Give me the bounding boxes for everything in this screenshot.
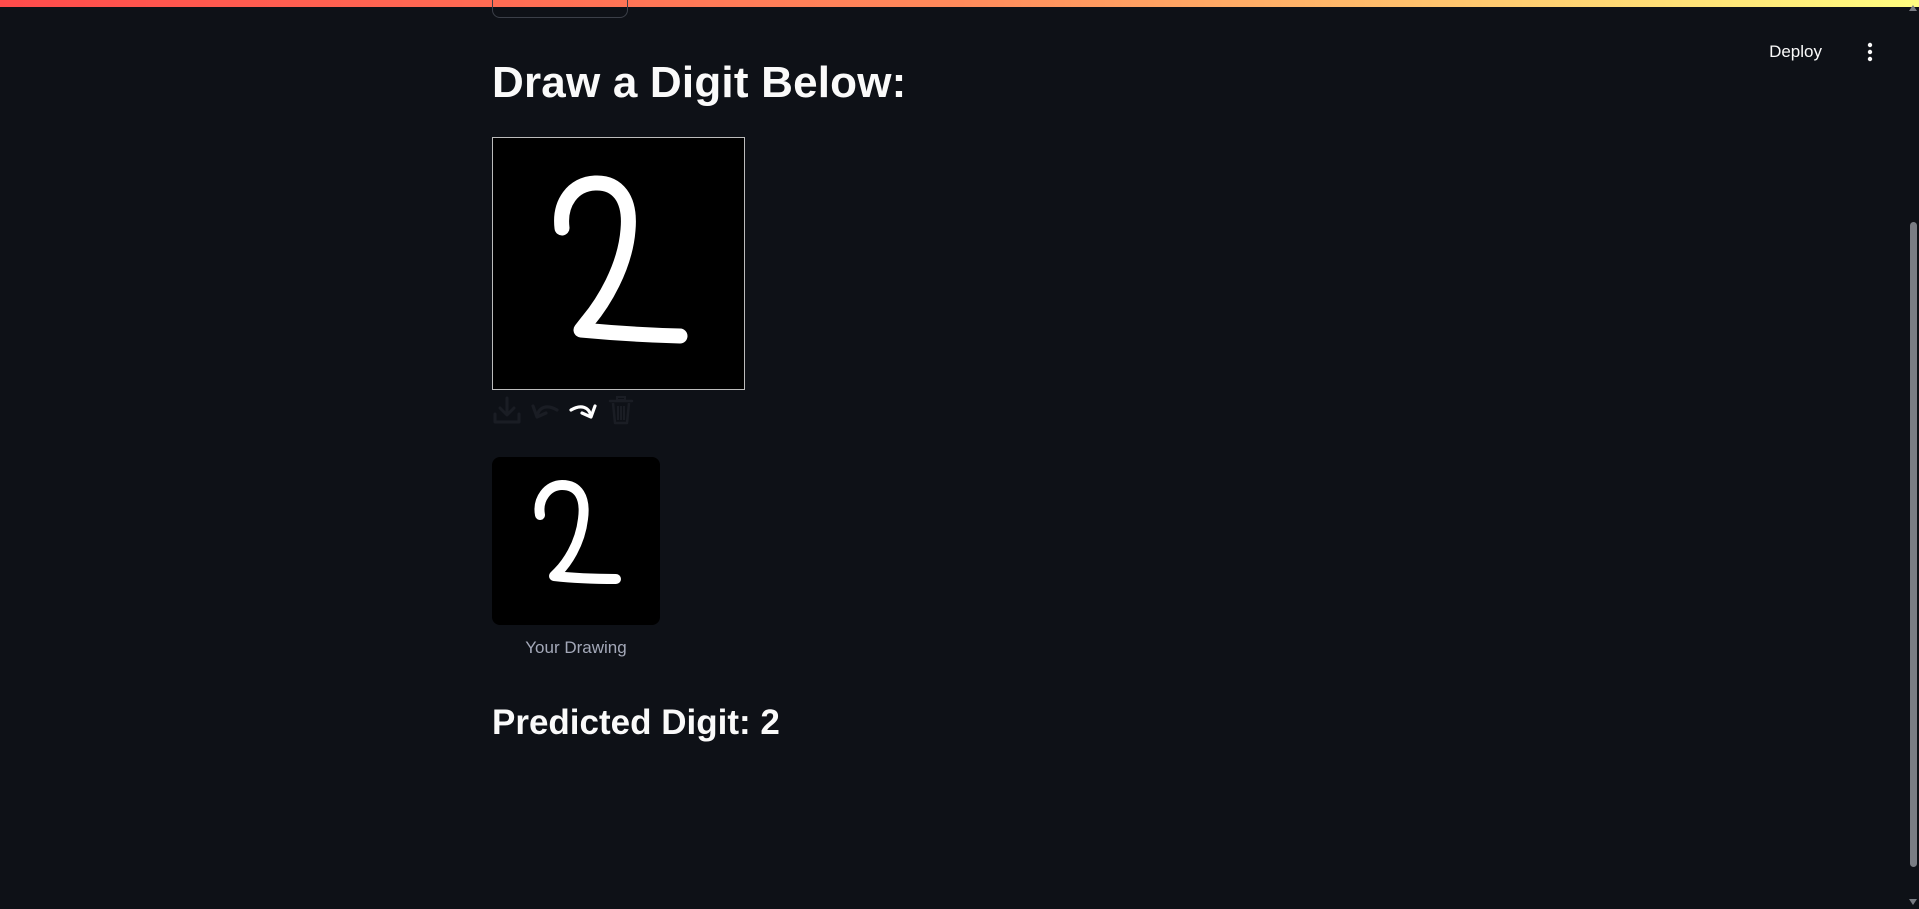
download-icon — [493, 396, 521, 424]
vertical-scrollbar[interactable] — [1907, 0, 1919, 909]
kebab-menu-icon — [1867, 42, 1873, 62]
drawn-digit-stroke — [554, 175, 688, 344]
prediction-result: Predicted Digit: 2 — [492, 703, 780, 742]
undo-button[interactable] — [528, 393, 562, 427]
scroll-down-arrow-icon[interactable] — [1909, 899, 1917, 905]
scroll-up-arrow-icon[interactable] — [1909, 5, 1917, 11]
top-decoration-bar — [0, 0, 1919, 7]
drawing-preview-image — [492, 457, 660, 625]
undo-icon — [531, 404, 559, 419]
previous-widget-edge — [492, 0, 628, 18]
preview-digit-stroke — [534, 480, 621, 584]
clear-button[interactable] — [604, 393, 638, 427]
redo-button[interactable] — [566, 393, 600, 427]
app-header: Deploy — [0, 7, 1919, 83]
page-title: Draw a Digit Below: — [492, 58, 907, 107]
download-button[interactable] — [490, 393, 524, 427]
redo-icon — [569, 404, 597, 419]
main-menu-button[interactable] — [1851, 33, 1889, 71]
trash-icon — [608, 396, 634, 425]
scrollbar-thumb[interactable] — [1910, 222, 1917, 867]
image-caption: Your Drawing — [525, 638, 627, 657]
drawing-canvas[interactable] — [492, 137, 745, 390]
deploy-button[interactable]: Deploy — [1757, 33, 1834, 71]
canvas-toolbar — [490, 393, 638, 427]
